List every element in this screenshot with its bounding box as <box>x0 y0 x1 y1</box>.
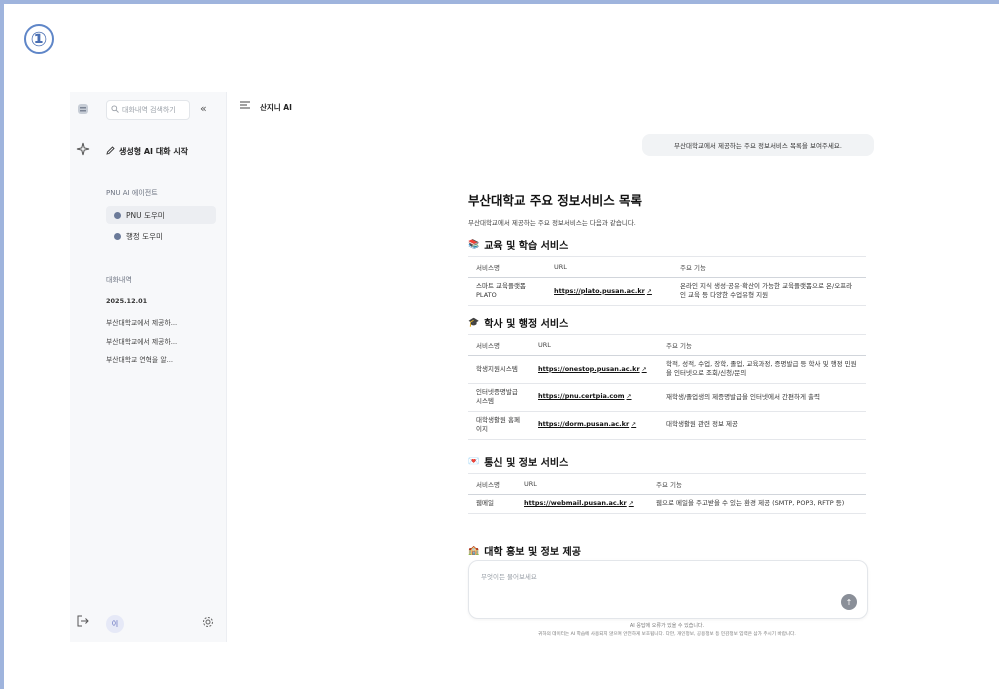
service-link[interactable]: https://onestop.pusan.ac.kr ↗ <box>530 355 658 384</box>
col-header: 서비스명 <box>468 256 546 278</box>
section-title: 대학 홍보 및 정보 제공 <box>484 547 581 558</box>
history-item[interactable]: 부산대학교 연혁을 알... <box>106 354 173 364</box>
send-button[interactable]: ↑ <box>841 594 857 610</box>
col-header: URL <box>546 256 672 278</box>
books-icon: 📚 <box>468 239 480 250</box>
table-header-row: 서비스명 URL 주요 기능 <box>468 334 866 356</box>
agent-icon <box>114 211 121 219</box>
external-link-icon: ↗ <box>646 287 652 295</box>
gear-icon[interactable] <box>202 616 214 631</box>
service-description: 웹으로 메일을 주고받을 수 있는 환경 제공 (SMTP, POP3, RFT… <box>648 494 866 514</box>
agent-label: PNU 도우미 <box>126 210 165 220</box>
table-header-row: 서비스명 URL 주요 기능 <box>468 473 866 495</box>
service-table: 서비스명 URL 주요 기능 스마트 교육플랫폼 PLATO https://p… <box>468 256 866 306</box>
external-link-icon: ↗ <box>626 393 632 401</box>
section-title: 통신 및 정보 서비스 <box>484 458 569 469</box>
service-description: 학적, 성적, 수업, 장학, 졸업, 교육과정, 증명발급 등 학사 및 행정… <box>658 355 866 384</box>
section-heading: 🎓 학사 및 행정 서비스 <box>468 315 569 331</box>
icon-rail <box>70 92 98 642</box>
col-header: 주요 기능 <box>658 334 866 356</box>
table-row: 인터넷증명발급시스템 https://pnu.certpia.com ↗ 재학생/… <box>468 383 866 412</box>
agents-section-label: PNU AI 에이전트 <box>106 189 158 197</box>
service-table: 서비스명 URL 주요 기능 웹메일 https://webmail.pusan… <box>468 473 866 514</box>
service-table: 서비스명 URL 주요 기능 학생지원시스템 https://onestop.p… <box>468 334 866 440</box>
external-link-icon: ↗ <box>628 500 634 507</box>
disclaimer-line-2: 귀하의 데이터는 AI 학습에 사용되지 않으며 안전하게 보호됩니다. 다만,… <box>538 632 796 637</box>
section-heading: 🏫 대학 홍보 및 정보 제공 <box>468 543 581 559</box>
col-header: URL <box>530 334 658 356</box>
new-chat-label: 생성형 AI 대화 시작 <box>119 147 189 156</box>
service-name: 웹메일 <box>468 494 516 514</box>
page-title: 산지니 AI <box>260 103 292 112</box>
service-link[interactable]: https://dorm.pusan.ac.kr ↗ <box>530 411 658 440</box>
external-link-icon: ↗ <box>641 365 647 373</box>
col-header: 주요 기능 <box>648 473 866 495</box>
col-header: 주요 기능 <box>672 256 866 278</box>
arrow-up-icon: ↑ <box>845 597 853 607</box>
pencil-icon <box>106 146 115 157</box>
history-date: 2025.12.01 <box>106 297 148 305</box>
table-row: 대학생활원 홈페이지 https://dorm.pusan.ac.kr ↗ 대학생… <box>468 411 866 440</box>
chat-input-placeholder: 무엇이든 물어보세요 <box>481 573 537 581</box>
service-description: 재학생/졸업생의 제증명발급을 인터넷에서 간편하게 출력 <box>658 383 866 412</box>
new-chat-button[interactable]: 생성형 AI 대화 시작 <box>106 146 188 157</box>
sidebar: 대화내역 검색하기 « 생성형 AI 대화 시작 PNU AI 에이전트 PNU… <box>98 92 227 642</box>
service-description: 대학생활원 관련 정보 제공 <box>658 411 866 440</box>
user-message: 부산대학교에서 제공하는 주요 정보서비스 목록을 보여주세요. <box>642 134 874 156</box>
menu-icon[interactable] <box>240 101 250 112</box>
search-icon <box>111 105 119 115</box>
service-name: 스마트 교육플랫폼 PLATO <box>468 277 546 306</box>
step-marker: ① <box>24 24 54 54</box>
history-item[interactable]: 부산대학교에서 제공하... <box>106 317 177 327</box>
service-name: 인터넷증명발급시스템 <box>468 383 530 412</box>
section-heading: 📚 교육 및 학습 서비스 <box>468 237 569 253</box>
logout-icon[interactable] <box>76 614 90 632</box>
response-heading: 부산대학교 주요 정보서비스 목록 <box>468 193 643 208</box>
col-header: 서비스명 <box>468 473 516 495</box>
col-header: 서비스명 <box>468 334 530 356</box>
table-header-row: 서비스명 URL 주요 기능 <box>468 256 866 278</box>
table-row: 웹메일 https://webmail.pusan.ac.kr ↗ 웹으로 메일을… <box>468 494 866 514</box>
search-input[interactable]: 대화내역 검색하기 <box>106 100 190 120</box>
section-title: 학사 및 행정 서비스 <box>484 319 569 330</box>
agent-icon <box>114 232 121 240</box>
col-header: URL <box>516 473 648 495</box>
service-link[interactable]: https://plato.pusan.ac.kr ↗ <box>546 277 672 306</box>
chat-input[interactable]: 무엇이든 물어보세요 ↑ <box>468 560 868 619</box>
service-name: 학생지원시스템 <box>468 355 530 384</box>
service-link[interactable]: https://pnu.certpia.com ↗ <box>530 383 658 412</box>
agent-item-pnu[interactable]: PNU 도우미 <box>106 206 216 224</box>
avatar[interactable]: 이 <box>106 615 124 633</box>
love-letter-icon: 💌 <box>468 456 480 467</box>
history-item[interactable]: 부산대학교에서 제공하... <box>106 336 177 346</box>
history-section-label: 대화내역 <box>106 276 132 284</box>
section-heading: 💌 통신 및 정보 서비스 <box>468 454 569 470</box>
table-row: 학생지원시스템 https://onestop.pusan.ac.kr ↗ 학적,… <box>468 355 866 384</box>
graduation-cap-icon: 🎓 <box>468 317 480 328</box>
app-logo-icon[interactable] <box>76 102 90 120</box>
service-description: 온라인 지식 생성·공유·확산이 가능한 교육플랫폼으로 온/오프라인 교육 등… <box>672 277 866 306</box>
external-link-icon: ↗ <box>631 421 637 429</box>
disclaimer-line-1: AI 응답에 오류가 있을 수 있습니다. <box>629 623 705 629</box>
school-icon: 🏫 <box>468 545 480 556</box>
section-title: 교육 및 학습 서비스 <box>484 241 569 252</box>
response-intro: 부산대학교에서 제공하는 주요 정보서비스는 다음과 같습니다. <box>468 219 636 227</box>
agent-item-admin[interactable]: 행정 도우미 <box>106 227 216 245</box>
sparkle-icon[interactable] <box>76 142 90 160</box>
search-placeholder: 대화내역 검색하기 <box>122 106 176 114</box>
service-link[interactable]: https://webmail.pusan.ac.kr ↗ <box>516 494 648 514</box>
collapse-sidebar-button[interactable]: « <box>200 102 207 115</box>
agent-label: 행정 도우미 <box>126 231 163 241</box>
service-name: 대학생활원 홈페이지 <box>468 411 530 440</box>
table-row: 스마트 교육플랫폼 PLATO https://plato.pusan.ac.k… <box>468 277 866 306</box>
